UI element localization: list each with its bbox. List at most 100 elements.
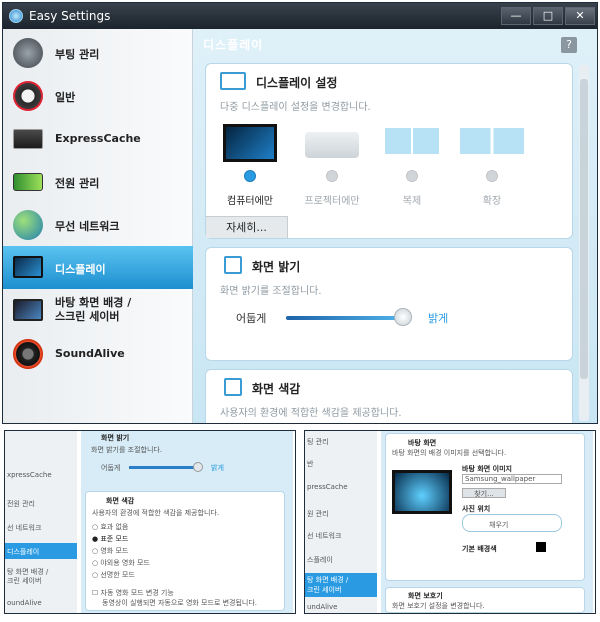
radio-projector-only[interactable] <box>326 170 338 182</box>
sidebar-item-expresscache[interactable]: ExpressCache <box>3 117 193 160</box>
brightness-slider-track[interactable] <box>286 316 404 320</box>
mode-item[interactable]: ○ 야외용 영화 모드 <box>92 558 262 570</box>
browse-button[interactable]: 찾기... <box>462 488 506 498</box>
wallpaper-preview <box>392 470 452 514</box>
battery-icon <box>13 173 43 191</box>
position-select[interactable]: 채우기 <box>462 514 562 532</box>
radio-extend[interactable] <box>486 170 498 182</box>
brightness-panel: 화면 밝기 화면 밝기를 조절합니다. 어둡게 밝게 <box>205 247 573 361</box>
ssd-icon <box>13 129 43 149</box>
position-label: 사진 위치 <box>462 505 491 513</box>
title-bar[interactable]: Easy Settings — □ ✕ <box>3 3 597 29</box>
sidebar: xpressCache 전원 관리 선 네트워크 디스플레이 탕 화면 배경 /… <box>5 431 77 613</box>
sidebar-item[interactable]: xpressCache <box>7 471 52 479</box>
dark-label: 어둡게 <box>101 464 121 472</box>
app-icon <box>9 9 23 23</box>
sidebar-item-general[interactable]: 일반 <box>3 74 193 117</box>
image-input[interactable]: Samsung_wallpaper <box>462 474 562 484</box>
auto-mode-checkbox[interactable]: ☐ 자동 영화 모드 변경 기능 <box>92 588 174 598</box>
option-computer-only[interactable]: 컴퓨터에만 <box>214 124 286 207</box>
mode-item[interactable]: ○ 선명한 모드 <box>92 570 262 582</box>
radio-computer-only[interactable] <box>244 170 256 182</box>
panel-title: 화면 색감 <box>252 382 301 396</box>
sidebar-item-label: 디스플레이 <box>55 263 106 276</box>
sidebar-item[interactable]: 스플레이 <box>307 555 333 565</box>
color-desc: 사용자의 환경에 적합한 색감을 제공합니다. <box>92 509 220 517</box>
slider-thumb[interactable] <box>193 462 203 472</box>
sidebar-item[interactable]: 크린 세이버 <box>7 576 41 586</box>
bgcolor-swatch[interactable] <box>536 542 546 552</box>
sidebar-item[interactable]: 원 관리 <box>307 509 329 519</box>
option-label: 확장 <box>482 196 502 207</box>
panel-title: 화면 밝기 <box>252 260 301 274</box>
sidebar-item-active[interactable]: 디스플레이 <box>5 543 77 559</box>
screensaver-desc: 화면 보호기 설정을 변경합니다. <box>392 602 485 610</box>
color-mode-screenshot: xpressCache 전원 관리 선 네트워크 디스플레이 탕 화면 배경 /… <box>4 430 296 614</box>
easy-settings-window: Easy Settings — □ ✕ 부팅 관리 일반 ExpressCach… <box>2 2 598 424</box>
sidebar-item[interactable]: 반 <box>307 459 313 469</box>
image-label: 바탕 화면 이미지 <box>462 465 512 473</box>
sidebar-item-wireless[interactable]: 무선 네트워크 <box>3 203 193 246</box>
option-duplicate[interactable]: 복제 <box>376 124 448 207</box>
radio-duplicate[interactable] <box>406 170 418 182</box>
content: 바탕 화면 바탕 화면의 배경 이미지를 선택합니다. 바탕 화면 이미지 Sa… <box>381 431 593 613</box>
content: 화면 밝기 화면 밝기를 조절합니다. 어둡게 밝게 화면 색감 사용자의 환경… <box>81 431 293 613</box>
help-button[interactable]: ? <box>561 37 577 53</box>
sidebar-item[interactable]: 전원 관리 <box>7 499 35 509</box>
panel-desc: 화면 밝기를 조절합니다. <box>220 286 322 297</box>
panel-title: 디스플레이 설정 <box>256 76 338 90</box>
sidebar-item-boot[interactable]: 부팅 관리 <box>3 31 193 74</box>
mode-item[interactable]: ○ 영화 모드 <box>92 546 262 558</box>
display-icon <box>13 256 43 278</box>
option-label: 프로젝터에만 <box>304 196 360 207</box>
sidebar-item-active[interactable]: 탕 화면 배경 / 크린 세이버 <box>305 573 377 597</box>
window-title: Easy Settings <box>29 9 111 23</box>
sidebar-item[interactable]: 선 네트워크 <box>7 523 41 533</box>
sidebar-item-soundalive[interactable]: SoundAlive <box>3 332 193 375</box>
sidebar-item-label: SoundAlive <box>55 347 125 360</box>
extend-icon <box>460 128 524 154</box>
brightness-icon <box>224 256 242 274</box>
sidebar-item[interactable]: pressCache <box>307 483 348 491</box>
sidebar-item-wallpaper[interactable]: 바탕 화면 배경 / 스크린 세이버 <box>3 289 193 332</box>
maximize-button[interactable]: □ <box>533 7 563 25</box>
boot-icon <box>13 38 43 68</box>
mode-item-selected[interactable]: ● 표준 모드 <box>92 534 262 546</box>
sidebar-item[interactable]: undAlive <box>307 603 337 611</box>
sidebar-item-display[interactable]: 디스플레이 <box>3 246 193 289</box>
wireless-globe-icon <box>13 210 43 240</box>
sidebar-item-label: 일반 <box>55 91 76 104</box>
color-title: 화면 색감 <box>106 497 135 505</box>
auto-mode-desc: 동영상이 실행되면 자동으로 영화 모드로 변경됩니다. <box>102 599 258 607</box>
minimize-button[interactable]: — <box>501 7 531 25</box>
wallpaper-title: 바탕 화면 <box>408 439 437 447</box>
sidebar: 팅 관리 반 pressCache 원 관리 선 네트워크 스플레이 탕 화면 … <box>305 431 377 613</box>
panel-desc: 사용자의 환경에 적합한 색감을 제공합니다. <box>220 408 402 419</box>
sidebar-item[interactable]: oundAlive <box>7 599 42 607</box>
sidebar-item-label: 무선 네트워크 <box>55 220 120 233</box>
screensaver-panel: 화면 보호기 화면 보호기 설정을 변경합니다. <box>385 587 585 613</box>
sidebar-item[interactable]: 선 네트워크 <box>307 531 341 541</box>
sidebar-item[interactable]: 팅 관리 <box>307 437 329 447</box>
color-mode-panel: 화면 색감 사용자의 환경에 적합한 색감을 제공합니다. ○ 효과 없음 ● … <box>85 491 285 611</box>
sidebar-item-label: 바탕 화면 배경 / 스크린 세이버 <box>55 296 132 323</box>
mode-list: ○ 효과 없음 ● 표준 모드 ○ 영화 모드 ○ 야외용 영화 모드 ○ 선명… <box>92 522 262 582</box>
option-extend[interactable]: 확장 <box>456 124 528 207</box>
brightness-slider[interactable] <box>129 466 199 469</box>
mode-item[interactable]: ○ 효과 없음 <box>92 522 262 534</box>
scrollbar-thumb[interactable] <box>580 79 588 379</box>
sidebar: 부팅 관리 일반 ExpressCache 전원 관리 무선 네트워크 디스플레… <box>3 29 193 423</box>
sidebar-item-power[interactable]: 전원 관리 <box>3 160 193 203</box>
option-label: 복제 <box>402 196 422 207</box>
bright-label: 밝게 <box>428 312 449 325</box>
option-projector-only[interactable]: 프로젝터에만 <box>296 124 368 207</box>
close-button[interactable]: ✕ <box>565 7 595 25</box>
wallpaper-desc: 바탕 화면의 배경 이미지를 선택합니다. <box>392 449 507 457</box>
display-settings-panel: 디스플레이 설정 다중 디스플레이 설정을 변경합니다. 컴퓨터에만 프로젝터에… <box>205 63 573 239</box>
page-title: 디스플레이 <box>203 38 264 52</box>
brightness-slider-thumb[interactable] <box>394 308 412 326</box>
details-button[interactable]: 자세히... <box>206 216 288 238</box>
bright-label: 밝게 <box>211 464 224 472</box>
sidebar-item-label: ExpressCache <box>55 132 141 145</box>
scrollbar[interactable] <box>579 65 589 421</box>
